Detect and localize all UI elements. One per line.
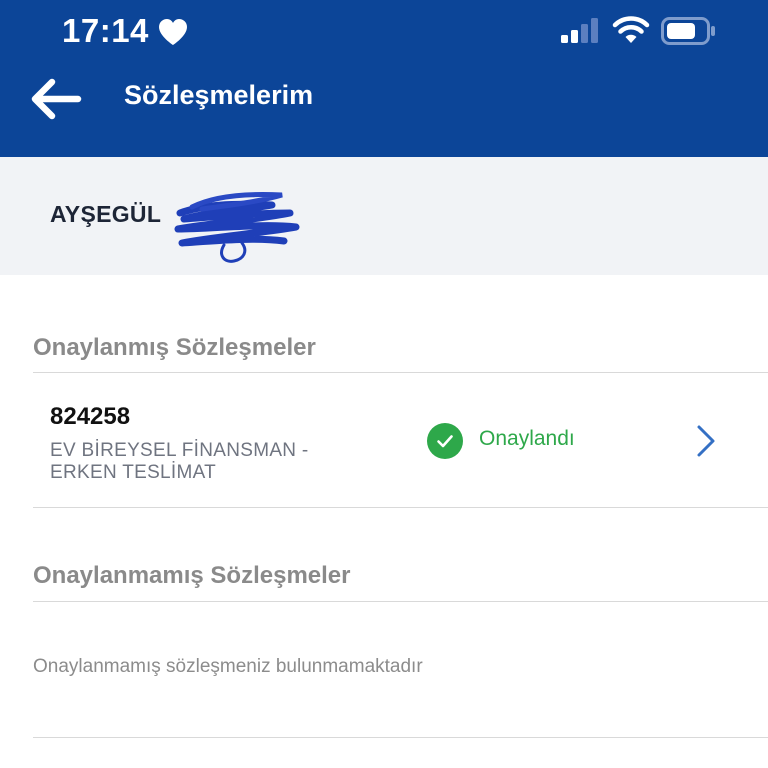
divider bbox=[33, 737, 768, 738]
cellular-signal-icon bbox=[561, 18, 598, 43]
divider bbox=[33, 507, 768, 508]
battery-icon bbox=[661, 17, 715, 45]
user-name: AYŞEGÜL bbox=[50, 201, 162, 227]
page-title: Sözleşmelerim bbox=[124, 80, 314, 110]
contract-description: ERKEN TESLİMAT bbox=[50, 462, 217, 483]
app-header: 17:14 Sözleşmelerim bbox=[0, 0, 768, 157]
divider bbox=[33, 601, 768, 602]
contracts-screen: 17:14 Sözleşmelerim AYŞEGÜL Onaylanmış S… bbox=[0, 0, 768, 768]
empty-state-message: Onaylanmamış sözleşmeniz bulunmamaktadır bbox=[33, 656, 423, 677]
contract-list-item[interactable]: 824258 EV BİREYSEL FİNANSMAN - ERKEN TES… bbox=[33, 373, 768, 507]
user-info-band: AYŞEGÜL bbox=[0, 157, 768, 275]
approval-status: Onaylandı bbox=[479, 427, 575, 450]
approved-contracts-title: Onaylanmış Sözleşmeler bbox=[33, 334, 316, 361]
back-arrow-icon[interactable] bbox=[28, 74, 84, 124]
status-bar-time: 17:14 bbox=[62, 12, 149, 49]
chevron-right-icon[interactable] bbox=[695, 424, 717, 458]
heart-icon bbox=[159, 19, 187, 45]
check-circle-icon bbox=[427, 423, 463, 459]
wifi-icon bbox=[612, 16, 650, 43]
contract-number: 824258 bbox=[50, 403, 131, 430]
unapproved-contracts-title: Onaylanmamış Sözleşmeler bbox=[33, 562, 351, 589]
redaction-scribble bbox=[174, 192, 300, 263]
contract-description: EV BİREYSEL FİNANSMAN - bbox=[50, 440, 309, 461]
